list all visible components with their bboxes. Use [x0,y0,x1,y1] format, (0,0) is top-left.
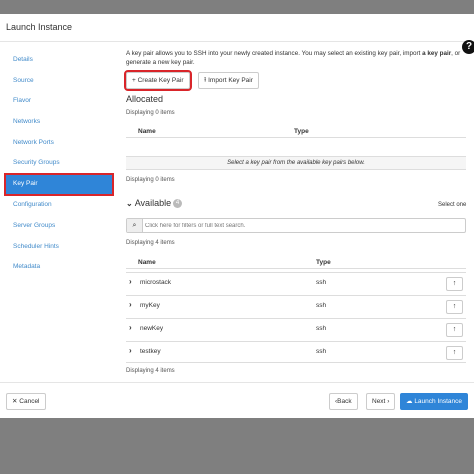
sidebar-item-key-pair[interactable]: Key Pair [4,173,114,197]
available-count-bottom: Displaying 4 items [126,368,175,374]
launch-instance-modal: Launch Instance ? Details Source Flavor … [0,14,474,418]
cloud-upload-icon: ☁ [406,398,413,405]
modal-title: Launch Instance [6,22,73,32]
chevron-right-icon[interactable]: › [129,277,132,286]
allocated-count-top: Displaying 0 items [126,110,175,116]
key-type: ssh [316,348,327,355]
col-type: Type [294,128,309,135]
sidebar-item-security-groups[interactable]: Security Groups [5,153,113,174]
allocate-arrow-up-icon[interactable]: ↑ [446,300,463,314]
table-row[interactable]: › microstack ssh ↑ [126,272,466,294]
available-table-header: Name Type [126,255,466,269]
key-pair-panel: A key pair allows you to SSH into your n… [124,50,468,374]
allocate-arrow-up-icon[interactable]: ↑ [446,346,463,360]
import-key-pair-button[interactable]: ⭱ Import Key Pair [198,72,259,89]
chevron-right-icon[interactable]: › [129,346,132,355]
create-key-pair-button[interactable]: + Create Key Pair [124,70,192,91]
col-type: Type [316,259,331,266]
allocated-heading: Allocated [126,94,164,104]
key-name: testkey [140,348,161,355]
sidebar-item-metadata[interactable]: Metadata [5,257,113,278]
available-count-top: Displaying 4 items [126,240,175,246]
filter-search-box[interactable]: ⌕ [126,218,466,233]
chevron-right-icon[interactable]: › [129,300,132,309]
chevron-down-icon[interactable]: ⌄ [126,199,133,208]
key-name: microstack [140,279,172,286]
back-button[interactable]: ‹Back [329,393,358,410]
search-input[interactable] [145,220,463,231]
key-type: ssh [316,325,327,332]
sidebar-item-scheduler-hints[interactable]: Scheduler Hints [5,237,113,258]
col-name: Name [138,259,156,266]
allocated-empty-row: Select a key pair from the available key… [126,156,466,170]
search-icon: ⌕ [127,219,143,232]
modal-footer: ✕ Cancel ‹Back Next › ☁ Launch Instance [0,382,474,418]
modal-header: Launch Instance [0,14,474,42]
allocated-count-bottom: Displaying 0 items [126,177,175,183]
col-name: Name [138,128,156,135]
upload-icon: ⭱ [204,77,207,84]
sidebar-item-server-groups[interactable]: Server Groups [5,216,113,237]
allocated-table-header: Name Type [126,124,466,138]
intro-text: A key pair allows you to SSH into your n… [126,50,461,66]
key-name: myKey [140,302,160,309]
sidebar-item-network-ports[interactable]: Network Ports [5,133,113,154]
sidebar-item-source[interactable]: Source [5,71,113,92]
key-name: newKey [140,325,164,332]
table-row[interactable]: › myKey ssh ↑ [126,295,466,317]
close-icon: ✕ [12,398,18,405]
sidebar-item-flavor[interactable]: Flavor [5,91,113,112]
available-heading: ⌄ Available 4 [126,198,183,209]
table-row[interactable]: › newKey ssh ↑ [126,318,466,340]
launch-instance-button[interactable]: ☁ Launch Instance [400,393,469,410]
wizard-sidebar: Details Source Flavor Networks Network P… [4,50,114,278]
cancel-button[interactable]: ✕ Cancel [6,393,46,410]
table-row[interactable]: › testkey ssh ↑ [126,341,466,363]
sidebar-item-configuration[interactable]: Configuration [5,195,113,216]
key-type: ssh [316,279,327,286]
key-type: ssh [316,302,327,309]
chevron-right-icon: › [387,398,390,405]
select-one-label: Select one [438,202,467,208]
sidebar-item-details[interactable]: Details [5,50,113,71]
chevron-right-icon[interactable]: › [129,323,132,332]
next-button[interactable]: Next › [366,393,396,410]
plus-icon: + [132,77,136,84]
sidebar-item-networks[interactable]: Networks [5,112,113,133]
allocate-arrow-up-icon[interactable]: ↑ [446,277,463,291]
available-count-badge: 4 [173,199,183,209]
allocate-arrow-up-icon[interactable]: ↑ [446,323,463,337]
